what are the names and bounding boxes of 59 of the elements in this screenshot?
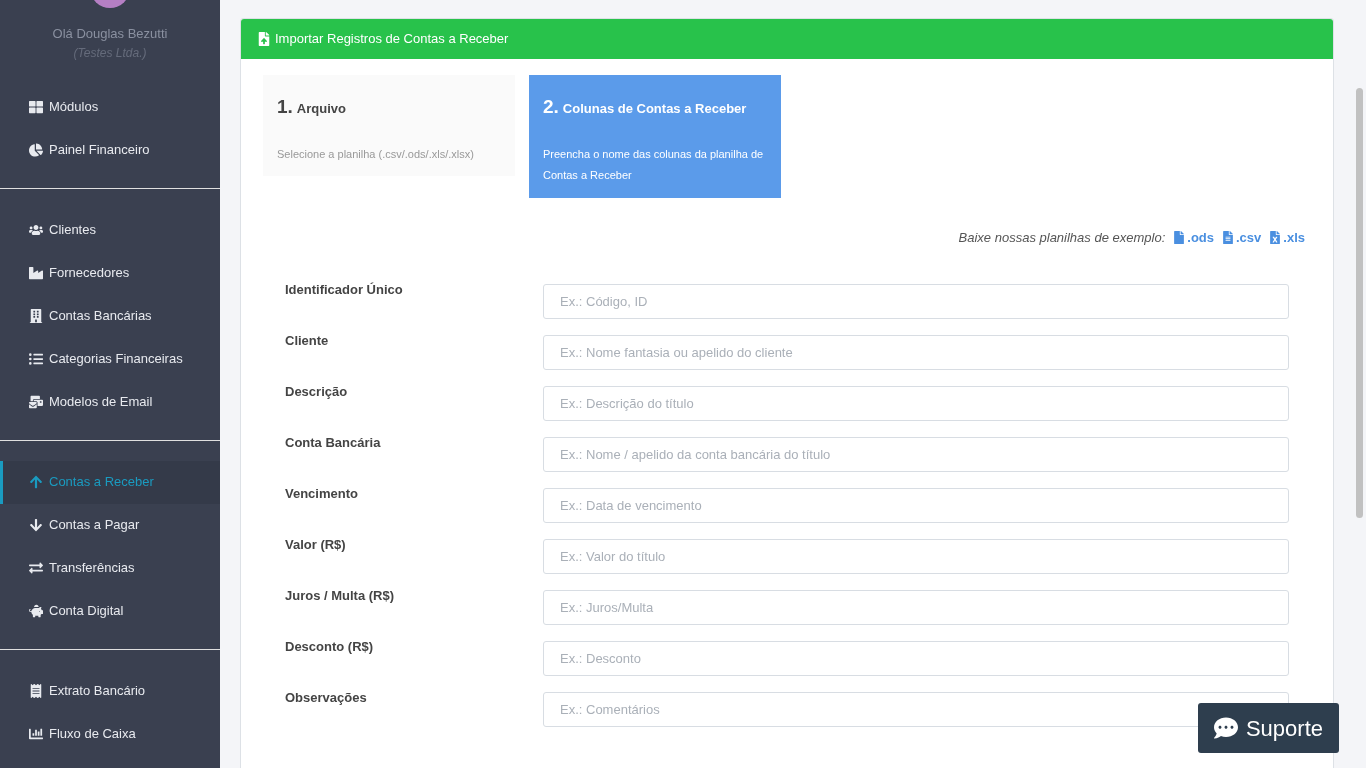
field-label: Descrição (285, 382, 349, 401)
sidebar-item[interactable]: Clientes (0, 208, 220, 252)
arrow-down-icon (29, 518, 43, 532)
exchange-icon (29, 561, 43, 575)
field-label: Observações (285, 688, 368, 707)
input-field[interactable]: Ex.: Juros/Multa (543, 589, 1289, 625)
input-field[interactable]: Ex.: Descrição do título (543, 385, 1289, 421)
input-field[interactable]: Ex.: Código, ID (543, 283, 1289, 319)
pie-chart-icon (29, 143, 43, 157)
sidebar-item[interactable]: Fluxo de Caixa (0, 712, 220, 756)
field-label: Valor (R$) (285, 535, 347, 554)
step-description: Preencha o nome das colunas da planilha de Contas a Receber (543, 146, 765, 183)
field-label: Cliente (285, 331, 330, 350)
piggy-bank-icon (29, 604, 43, 618)
spreadsheet-icon (1269, 231, 1282, 245)
input-field[interactable]: Ex.: Nome fantasia ou apelido do cliente (543, 334, 1289, 370)
sidebar-item[interactable]: Transferências (0, 546, 220, 590)
field-label: Vencimento (285, 484, 359, 503)
wizard-step[interactable]: 1. Arquivo Selecione a planilha (.csv/.ods/.xls/.xlsx) (263, 75, 515, 176)
sidebar-item[interactable]: Fornecedores (0, 251, 220, 295)
examples-label: Baixe nossas planilhas de exemplo: (958, 229, 1166, 247)
sidebar-item[interactable]: Painel Financeiro (0, 128, 220, 172)
bar-chart-icon (29, 727, 43, 741)
factory-icon (29, 266, 43, 280)
sidebar-item[interactable]: Contas a Receber (0, 460, 220, 504)
building-icon (29, 309, 43, 323)
input-field[interactable]: Ex.: Desconto (543, 640, 1289, 676)
receipt-icon (29, 684, 43, 698)
sidebar-item[interactable]: Contas Bancárias (0, 294, 220, 338)
sidebar-item[interactable]: Extrato Bancário (0, 669, 220, 713)
field-label: Desconto (R$) (285, 637, 375, 656)
sidebar-item[interactable]: Módulos (0, 85, 220, 129)
field-label: Identificador Único (285, 280, 404, 299)
sidebar-item[interactable]: Modelos de Email (0, 380, 220, 424)
input-field[interactable]: Ex.: Valor do título (543, 538, 1289, 574)
step-number: 2. (543, 95, 559, 119)
support-chat-toast[interactable]: Suporte (1197, 703, 1339, 753)
input-field[interactable]: Ex.: Data de vencimento (543, 487, 1289, 523)
document-icon (1222, 231, 1234, 245)
step-description: Selecione a planilha (.csv/.ods/.xls/.xlsx) (277, 146, 475, 162)
sidebar-item[interactable]: Categorias Financeiras (0, 337, 220, 381)
step-title: Arquivo (296, 100, 346, 118)
input-field[interactable]: Ex.: Nome / apelido da conta bancária do título (543, 436, 1289, 472)
chat-icon (1213, 716, 1238, 740)
field-label: Juros / Multa (R$) (285, 586, 396, 605)
step-number: 1. (277, 95, 293, 119)
sidebar-item[interactable]: Contas a Pagar (0, 503, 220, 547)
user-name: Olá Douglas Bezutti (52, 25, 168, 43)
list-icon (29, 352, 43, 366)
sidebar-item[interactable]: Conta Digital (0, 589, 220, 633)
users-icon (29, 223, 43, 237)
upload-icon (257, 32, 271, 46)
file-icon (1173, 231, 1186, 245)
field-label: Conta Bancária (285, 433, 382, 452)
mail-icon (29, 395, 43, 409)
arrow-up-icon (29, 475, 43, 489)
grid-icon (29, 100, 43, 114)
step-title: Colunas de Contas a Receber (562, 100, 747, 118)
panel-title: Importar Registros de Contas a Receber (275, 30, 509, 49)
